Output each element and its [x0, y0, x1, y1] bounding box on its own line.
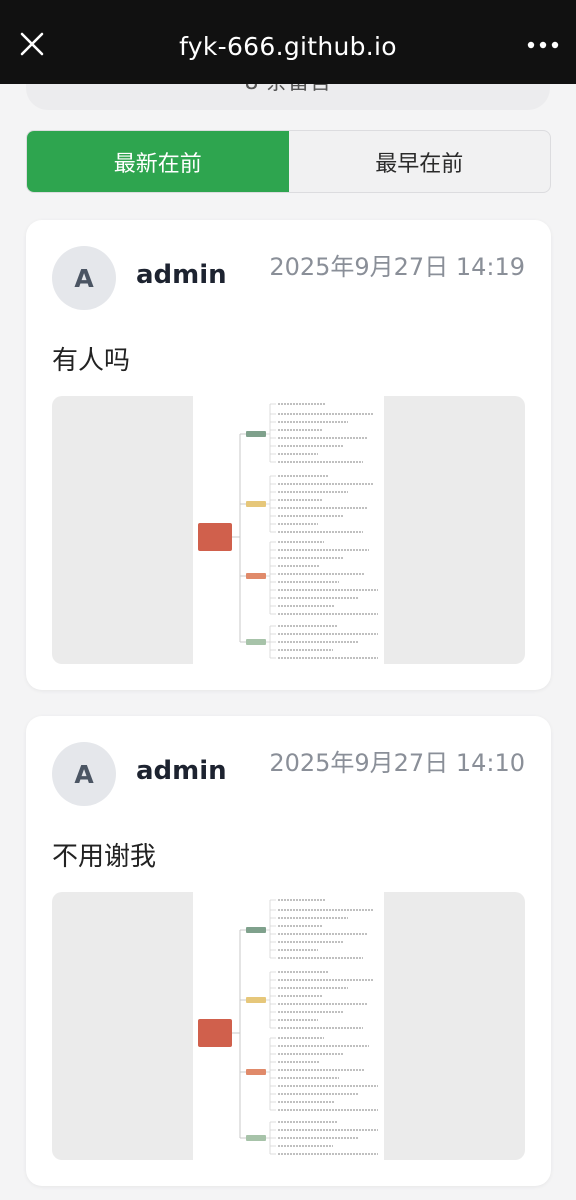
more-icon[interactable]: [526, 40, 560, 50]
comment-author: admin: [136, 756, 227, 786]
page-url-title: fyk-666.github.io: [179, 31, 397, 61]
comment-card: A admin 2025年9月27日 14:19 有人吗: [26, 220, 551, 690]
comment-timestamp: 2025年9月27日 14:19: [269, 253, 525, 281]
mind-map-thumbnail: [193, 892, 384, 1160]
avatar: A: [52, 742, 116, 806]
comment-image[interactable]: [52, 396, 525, 664]
sort-toggle: 最新在前 最早在前: [26, 130, 551, 193]
comment-text: 有人吗: [52, 346, 131, 376]
sort-oldest-button[interactable]: 最早在前: [289, 131, 551, 192]
comment-card: A admin 2025年9月27日 14:10 不用谢我: [26, 716, 551, 1186]
comment-text: 不用谢我: [52, 842, 157, 872]
mind-map-thumbnail: [193, 396, 384, 664]
browser-top-bar: fyk-666.github.io: [0, 0, 576, 84]
avatar: A: [52, 246, 116, 310]
close-icon[interactable]: [18, 30, 46, 58]
comment-author: admin: [136, 260, 227, 290]
comment-timestamp: 2025年9月27日 14:10: [269, 749, 525, 777]
comment-image[interactable]: [52, 892, 525, 1160]
sort-newest-button[interactable]: 最新在前: [27, 131, 289, 192]
